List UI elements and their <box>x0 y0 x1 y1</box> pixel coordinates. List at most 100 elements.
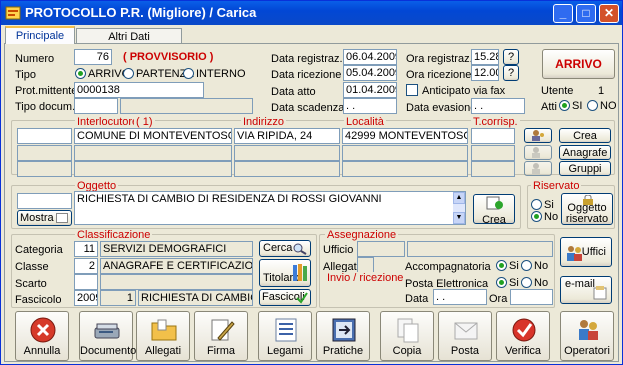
prot-mittente-field[interactable]: 0000138 <box>74 82 204 98</box>
title-bar[interactable]: PROTOCOLLO P.R. (Migliore) / Carica _ □ … <box>1 1 622 25</box>
posta-elettronica-si-radio[interactable] <box>496 277 507 288</box>
documento-button[interactable]: Documento <box>79 311 137 361</box>
riservato-no-radio[interactable] <box>531 211 542 222</box>
posta-elettronica-no-radio[interactable] <box>521 277 532 288</box>
localita-header: Località <box>344 116 386 128</box>
tab-altri-dati[interactable]: Altri Dati <box>76 28 182 44</box>
tcorrisp-field[interactable] <box>471 128 515 144</box>
anticipato-fax-checkbox[interactable] <box>406 84 418 96</box>
people-icon <box>567 246 582 261</box>
verifica-button[interactable]: Verifica <box>496 311 550 361</box>
ufficio-code-field <box>357 241 405 257</box>
posta-button[interactable]: Posta <box>438 311 492 361</box>
oggetto-crea-button[interactable]: Crea <box>473 194 515 226</box>
gruppi-button[interactable]: Gruppi <box>559 161 611 176</box>
indirizzo-field[interactable]: VIA RIPIDA, 24 <box>234 128 340 144</box>
atti-no-radio[interactable] <box>587 100 598 111</box>
operatori-button[interactable]: Operatori <box>560 311 614 361</box>
ora-invio-field[interactable] <box>510 289 553 305</box>
uffici-button[interactable]: Uffici <box>560 237 612 267</box>
tab-principale[interactable]: Principale <box>5 26 75 44</box>
accompagnatoria-no-radio[interactable] <box>521 260 532 271</box>
person-row2-button[interactable] <box>524 145 552 160</box>
interlocutore-header: Interlocutore <box>75 116 141 128</box>
scroll-up-arrow-icon[interactable]: ▲ <box>453 192 465 204</box>
copia-button[interactable]: Copia <box>380 311 434 361</box>
oggetto-riservato-button[interactable]: Oggetto riservato <box>561 193 613 225</box>
tipo-partenza-radio[interactable] <box>123 68 134 79</box>
atti-no-label: NO <box>600 100 617 112</box>
accompagnatoria-si-label: Si <box>509 260 519 272</box>
riservato-no-label: No <box>544 211 559 223</box>
scanner-icon <box>94 323 120 339</box>
interlocutore-code-field-2 <box>17 145 72 161</box>
tipo-interno-radio[interactable] <box>183 68 194 79</box>
data-evasione-label: Data evasione <box>406 102 477 114</box>
scarto-code-field[interactable] <box>74 274 98 290</box>
annulla-button[interactable]: Annulla <box>15 311 69 361</box>
assegnazione-header: Assegnazione <box>325 229 399 241</box>
minimize-button[interactable]: _ <box>553 4 573 23</box>
accompagnatoria-label: Accompagnatoria <box>405 261 491 273</box>
maximize-button[interactable]: □ <box>576 4 596 23</box>
ora-registraz-field[interactable]: 15.28 <box>471 49 499 65</box>
titolario-button[interactable]: Titolario <box>259 259 311 287</box>
data-registraz-field[interactable]: 06.04.2009 <box>343 49 397 65</box>
ora-registraz-help-button[interactable]: ? <box>503 49 519 65</box>
invio-ricezione-header: Invio / ricezione <box>325 272 406 284</box>
oggetto-scrollbar[interactable]: ▲ ▼ <box>453 192 465 224</box>
localita-field-3 <box>342 161 468 177</box>
tipo-docum-code-field[interactable] <box>74 98 118 114</box>
data-scadenza-field[interactable]: . . <box>343 98 397 114</box>
interlocutore-name-field-2 <box>74 145 232 161</box>
legami-label: Legami <box>266 345 304 357</box>
main-window: PROTOCOLLO P.R. (Migliore) / Carica _ □ … <box>0 0 623 365</box>
indirizzo-header: Indirizzo <box>241 116 286 128</box>
person-row3-button[interactable] <box>524 161 552 176</box>
categoria-code-field[interactable]: 11 <box>74 241 98 257</box>
oggetto-riservato-label: Oggetto riservato <box>565 202 609 225</box>
mostra-button[interactable]: Mostra <box>17 210 72 226</box>
riservato-si-radio[interactable] <box>531 199 542 210</box>
person-row1-button[interactable] <box>524 128 552 143</box>
data-atto-field[interactable]: 01.04.2009 <box>343 82 397 98</box>
pratiche-button[interactable]: Pratiche <box>316 311 370 361</box>
posta-elettronica-no-label: No <box>534 277 549 289</box>
annulla-label: Annulla <box>23 345 61 357</box>
tcorrisp-field-3 <box>471 161 515 177</box>
data-evasione-field[interactable]: . . <box>471 98 525 114</box>
interlocutore-name-field[interactable]: COMUNE DI MONTEVENTOSO <box>74 128 232 144</box>
localita-field[interactable]: 42999 MONTEVENTOSO (MV) <box>342 128 468 144</box>
allegati-label-btn: Allegati <box>144 345 182 357</box>
interlocutore-code-field[interactable] <box>17 128 72 144</box>
close-button[interactable]: ✕ <box>599 4 619 23</box>
classe-code-field[interactable]: 2 <box>74 258 98 274</box>
numero-field[interactable]: 76 <box>74 49 112 65</box>
firma-button[interactable]: Firma <box>194 311 248 361</box>
ora-ricezione-help-button[interactable]: ? <box>503 65 519 81</box>
status-badge: ( PROVVISORIO ) <box>123 51 214 63</box>
documento-label: Documento <box>80 345 137 357</box>
tipo-docum-label: Tipo docum. <box>15 101 76 113</box>
atti-si-radio[interactable] <box>559 100 570 111</box>
accompagnatoria-si-radio[interactable] <box>496 260 507 271</box>
window-title: PROTOCOLLO P.R. (Migliore) / Carica <box>25 5 257 20</box>
email-button[interactable]: e-mail <box>560 276 612 304</box>
data-invio-field[interactable]: . . <box>433 289 487 305</box>
allegati-button[interactable]: Allegati <box>136 311 190 361</box>
tcorrisp-field-2 <box>471 145 515 161</box>
scroll-down-arrow-icon[interactable]: ▼ <box>453 212 465 224</box>
anagrafe-button[interactable]: Anagrafe <box>559 145 611 160</box>
oggetto-textarea[interactable]: RICHIESTA DI CAMBIO DI RESIDENZA DI ROSS… <box>74 191 466 225</box>
interlocutori-crea-button[interactable]: Crea <box>559 128 611 143</box>
ora-ricezione-field[interactable]: 12.00 <box>471 65 499 81</box>
legami-button[interactable]: Legami <box>258 311 312 361</box>
fascicolo-year-field[interactable]: 2009 <box>74 290 98 306</box>
classe-desc-field: ANAGRAFE E CERTIFICAZIONI <box>100 258 253 274</box>
data-ricezione-field[interactable]: 05.04.2009 <box>343 65 397 81</box>
numero-label: Numero <box>15 53 55 65</box>
tipo-arrivo-radio[interactable] <box>75 68 86 79</box>
fascicoli-button[interactable]: Fascicoli <box>259 289 311 306</box>
oggetto-code-field[interactable] <box>17 193 72 209</box>
cerca-button[interactable]: Cerca <box>259 240 311 257</box>
